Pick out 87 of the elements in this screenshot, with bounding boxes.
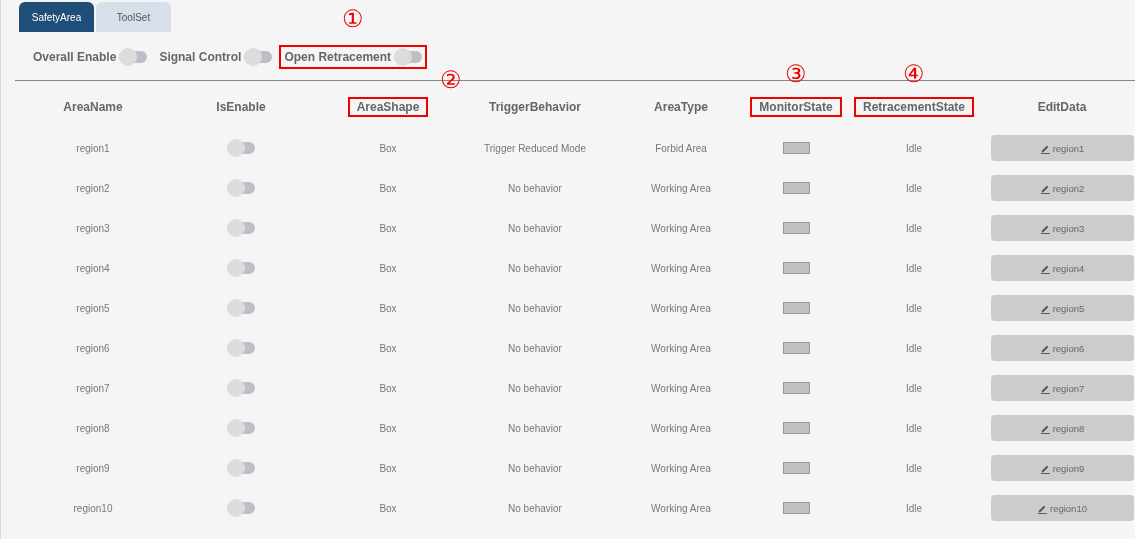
table-cell: Box bbox=[379, 502, 397, 514]
table-cell: region9 bbox=[76, 462, 110, 474]
table-cell: Box bbox=[379, 422, 397, 434]
table-cell: Working Area bbox=[651, 222, 711, 234]
switch-label: Overall Enable bbox=[33, 50, 117, 64]
table-cell: Box bbox=[379, 182, 397, 194]
table-cell: No behavior bbox=[508, 502, 562, 514]
edit-button[interactable]: region9 bbox=[990, 455, 1134, 481]
edit-button[interactable]: region7 bbox=[990, 375, 1134, 401]
edit-button[interactable]: region3 bbox=[990, 215, 1134, 241]
table-cell: region3 bbox=[76, 222, 110, 234]
table-cell: Idle bbox=[905, 382, 923, 394]
toggle-switch[interactable] bbox=[227, 382, 255, 394]
table-cell: Working Area bbox=[651, 502, 711, 514]
toggle-switch[interactable] bbox=[227, 502, 255, 514]
table-cell: Idle bbox=[905, 302, 923, 314]
table-cell: region4 bbox=[76, 262, 110, 274]
table-cell: Idle bbox=[905, 422, 923, 434]
edit-button[interactable]: region6 bbox=[990, 335, 1134, 361]
table-cell: No behavior bbox=[508, 182, 562, 194]
column-header: EditData bbox=[1036, 99, 1088, 116]
table-cell: Idle bbox=[905, 462, 923, 474]
edit-button[interactable]: region4 bbox=[990, 255, 1134, 281]
tab[interactable]: ToolSet bbox=[96, 2, 171, 32]
table-cell: No behavior bbox=[508, 302, 562, 314]
table-cell: No behavior bbox=[508, 342, 562, 354]
switch-label: Open Retracement bbox=[284, 50, 392, 64]
toggle-switch[interactable] bbox=[227, 182, 255, 194]
table-cell: No behavior bbox=[508, 462, 562, 474]
table-cell: Box bbox=[379, 382, 397, 394]
table-cell: Working Area bbox=[651, 422, 711, 434]
table-cell: Box bbox=[379, 142, 397, 154]
tab[interactable]: SafetyArea bbox=[19, 2, 94, 32]
table-cell: Working Area bbox=[651, 382, 711, 394]
table-cell: Idle bbox=[905, 142, 923, 154]
table-cell: region6 bbox=[76, 342, 110, 354]
table-cell: Box bbox=[379, 302, 397, 314]
table-cell: Idle bbox=[905, 342, 923, 354]
table-cell: Box bbox=[379, 262, 397, 274]
toggle-switch[interactable] bbox=[227, 462, 255, 474]
table-cell: Working Area bbox=[651, 262, 711, 274]
table-cell: Box bbox=[379, 222, 397, 234]
toggle-switch[interactable] bbox=[227, 302, 255, 314]
callout-number: ③ bbox=[785, 62, 807, 86]
table-cell: Working Area bbox=[651, 462, 711, 474]
table-cell: No behavior bbox=[508, 422, 562, 434]
switch-label: Signal Control bbox=[159, 50, 242, 64]
callout-number: ① bbox=[342, 7, 365, 31]
column-header: IsEnable bbox=[215, 99, 267, 116]
table-cell: region2 bbox=[76, 182, 110, 194]
column-header: AreaName bbox=[62, 99, 124, 116]
table-cell: region1 bbox=[76, 142, 110, 154]
table-cell: Trigger Reduced Mode bbox=[484, 142, 586, 154]
edit-button[interactable]: region1 bbox=[990, 135, 1134, 161]
table-cell: region5 bbox=[76, 302, 110, 314]
table-cell: Forbid Area bbox=[655, 142, 707, 154]
column-header: TriggerBehavior bbox=[488, 99, 582, 116]
table-cell: Working Area bbox=[651, 302, 711, 314]
table-cell: region7 bbox=[76, 382, 110, 394]
toggle-switch[interactable] bbox=[119, 51, 148, 63]
table-cell: Idle bbox=[905, 222, 923, 234]
table-cell: Idle bbox=[905, 182, 923, 194]
toggle-switch[interactable] bbox=[227, 342, 255, 354]
table-cell: No behavior bbox=[508, 222, 562, 234]
toggle-switch[interactable] bbox=[227, 142, 255, 154]
table-cell: Idle bbox=[905, 502, 923, 514]
callout-number: ④ bbox=[903, 62, 925, 86]
toggle-switch[interactable] bbox=[394, 51, 423, 63]
table-cell: Working Area bbox=[651, 342, 711, 354]
table-cell: region8 bbox=[76, 422, 110, 434]
table-cell: No behavior bbox=[508, 262, 562, 274]
toggle-switch[interactable] bbox=[227, 262, 255, 274]
callout-number: ② bbox=[440, 68, 463, 92]
edit-button[interactable]: region10 bbox=[990, 495, 1134, 521]
table-cell: Box bbox=[379, 462, 397, 474]
table-cell: Working Area bbox=[651, 182, 711, 194]
table-cell: Box bbox=[379, 342, 397, 354]
column-header: AreaType bbox=[653, 99, 709, 116]
edit-button[interactable]: region2 bbox=[990, 175, 1134, 201]
table-cell: No behavior bbox=[508, 382, 562, 394]
table-cell: region10 bbox=[73, 502, 113, 514]
table-cell: Idle bbox=[905, 262, 923, 274]
toggle-switch[interactable] bbox=[227, 422, 255, 434]
toggle-switch[interactable] bbox=[227, 222, 255, 234]
toggle-switch[interactable] bbox=[244, 51, 273, 63]
edit-button[interactable]: region5 bbox=[990, 295, 1134, 321]
edit-button[interactable]: region8 bbox=[990, 415, 1134, 441]
